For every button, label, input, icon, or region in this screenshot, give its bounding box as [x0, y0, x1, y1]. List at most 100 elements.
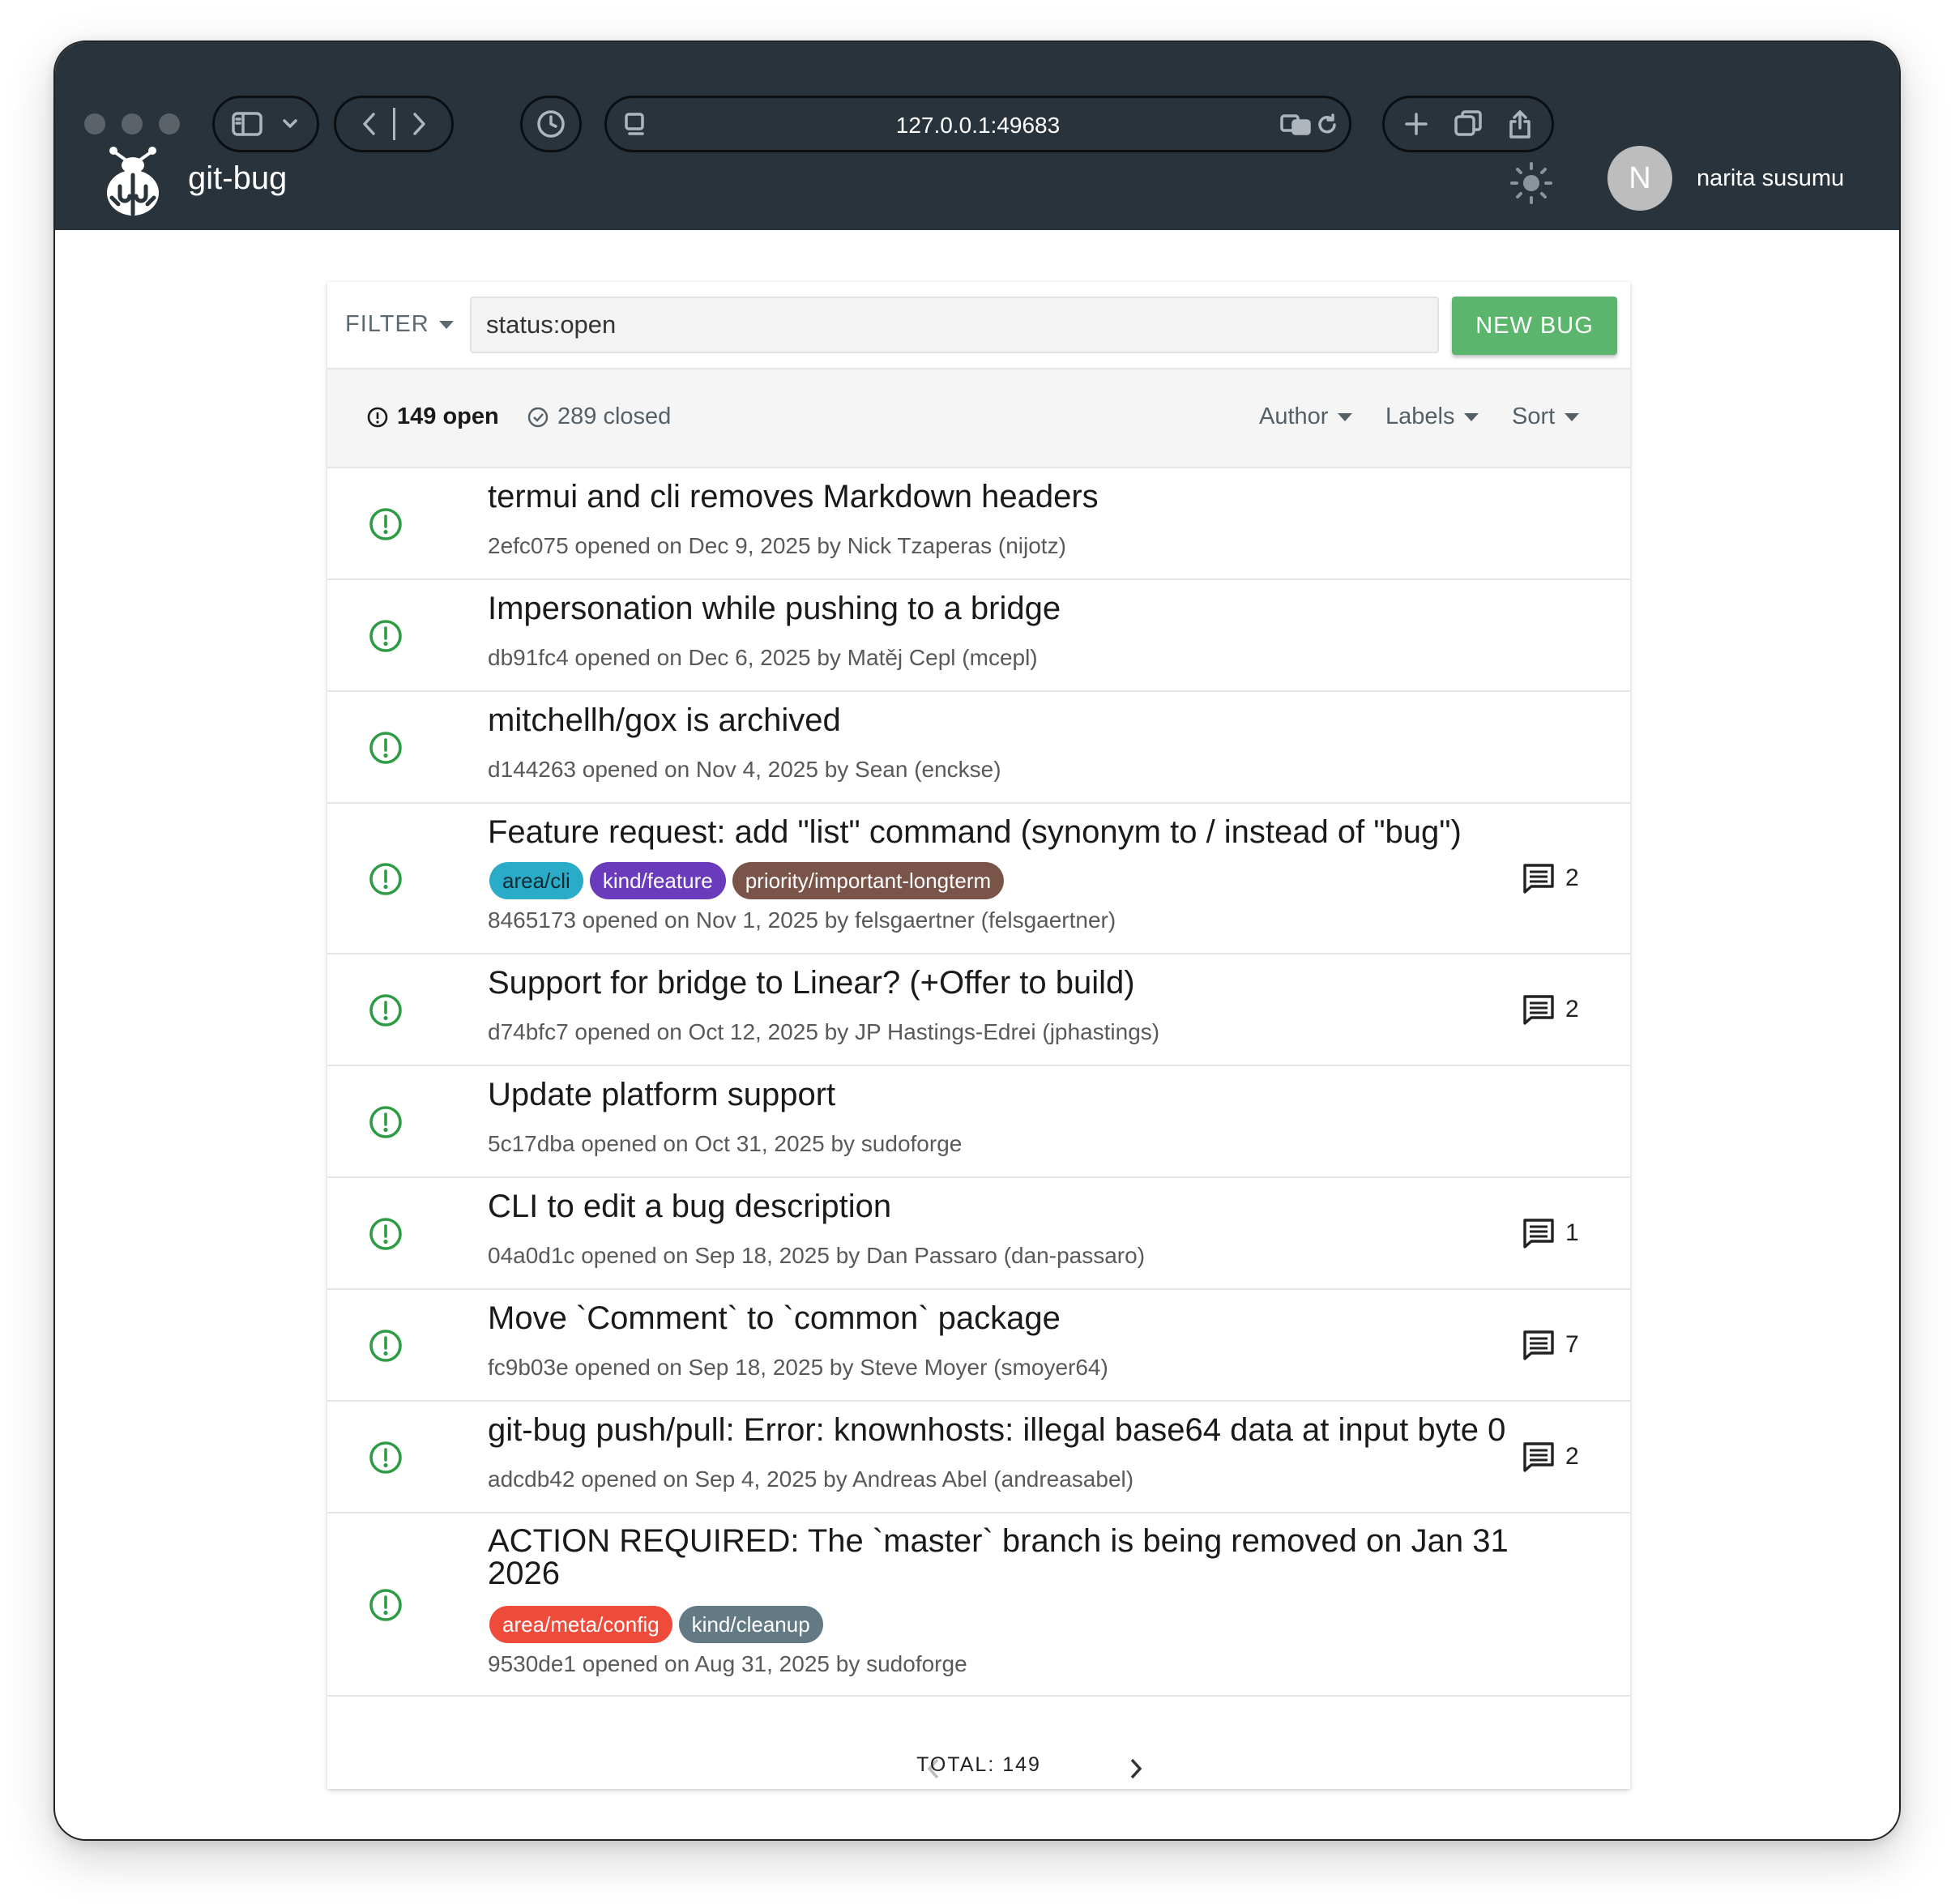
- bug-title[interactable]: Feature request: add "list" command (syn…: [488, 815, 1517, 849]
- bug-meta: 2efc075 opened on Dec 9, 2025 by Nick Tz…: [488, 533, 1066, 558]
- bug-meta: 5c17dba opened on Oct 31, 2025 by sudofo…: [488, 1131, 963, 1156]
- bug-title[interactable]: Support for bridge to Linear? (+Offer to…: [488, 966, 1517, 1000]
- author-dropdown[interactable]: Author: [1259, 403, 1353, 430]
- label-chip[interactable]: kind/feature: [589, 862, 726, 899]
- back-icon[interactable]: [357, 109, 382, 139]
- bug-meta: adcdb42 opened on Sep 4, 2025 by Andreas…: [488, 1466, 1134, 1492]
- bug-title[interactable]: Move `Comment` to `common` package: [488, 1301, 1517, 1335]
- open-issue-icon: [369, 1106, 402, 1138]
- filter-bar: FILTER NEW BUG: [327, 282, 1630, 368]
- bug-title[interactable]: git-bug push/pull: Error: knownhosts: il…: [488, 1413, 1517, 1447]
- new-bug-button[interactable]: NEW BUG: [1452, 297, 1617, 355]
- bug-row[interactable]: ACTION REQUIRED: The `master` branch is …: [327, 1513, 1630, 1697]
- minimize-window-button[interactable]: [122, 113, 143, 134]
- closed-count: 289 closed: [557, 403, 672, 429]
- filter-query-input[interactable]: [470, 297, 1439, 353]
- bug-meta: db91fc4 opened on Dec 6, 2025 by Matěj C…: [488, 645, 1038, 670]
- comment-icon: [1523, 995, 1554, 1025]
- history-button[interactable]: [520, 96, 582, 152]
- window-actions-group: [1382, 96, 1554, 152]
- bug-row[interactable]: git-bug push/pull: Error: knownhosts: il…: [327, 1402, 1630, 1513]
- user-name[interactable]: narita susumu: [1697, 165, 1844, 192]
- open-issue-icon: [369, 620, 402, 652]
- share-icon[interactable]: [1506, 109, 1534, 139]
- zoom-window-button[interactable]: [159, 113, 180, 134]
- bug-title[interactable]: ACTION REQUIRED: The `master` branch is …: [488, 1525, 1525, 1590]
- reload-icon[interactable]: [1315, 113, 1339, 137]
- labels-dropdown[interactable]: Labels: [1385, 403, 1479, 430]
- bug-title[interactable]: termui and cli removes Markdown headers: [488, 480, 1517, 514]
- bug-meta: 8465173 opened on Nov 1, 2025 by felsgae…: [488, 907, 1116, 933]
- bug-row[interactable]: Move `Comment` to `common` package fc9b03…: [327, 1290, 1630, 1402]
- git-bug-logo-icon[interactable]: [100, 146, 165, 217]
- sort-dropdown[interactable]: Sort: [1512, 403, 1580, 430]
- label-chip[interactable]: kind/cleanup: [678, 1606, 823, 1643]
- comment-count: 7: [1522, 1328, 1579, 1362]
- comment-count-value: 2: [1565, 996, 1579, 1022]
- new-tab-icon[interactable]: [1402, 110, 1430, 138]
- bug-row[interactable]: Impersonation while pushing to a bridge d…: [327, 580, 1630, 692]
- address-bar[interactable]: 127.0.0.1:49683: [604, 96, 1351, 152]
- browser-chrome: 127.0.0.1:49683 git-bug N narita susumu: [55, 42, 1899, 230]
- bug-meta: 04a0d1c opened on Sep 18, 2025 by Dan Pa…: [488, 1243, 1146, 1268]
- bug-row[interactable]: Update platform support 5c17dba opened on…: [327, 1066, 1630, 1178]
- comment-icon: [1523, 1442, 1554, 1472]
- bug-meta: 9530de1 opened on Aug 31, 2025 by sudofo…: [488, 1651, 967, 1676]
- bug-row[interactable]: mitchellh/gox is archived d144263 opened …: [327, 692, 1630, 804]
- bug-meta: d144263 opened on Nov 4, 2025 by Sean (e…: [488, 757, 1001, 782]
- bug-meta: fc9b03e opened on Sep 18, 2025 by Steve …: [488, 1355, 1108, 1380]
- bug-labels: area/meta/config kind/cleanup: [489, 1606, 823, 1643]
- open-issue-icon: [369, 1218, 402, 1250]
- bug-title[interactable]: CLI to edit a bug description: [488, 1189, 1517, 1223]
- filter-dropdown[interactable]: FILTER: [345, 311, 454, 338]
- tab-closed[interactable]: 289 closed: [527, 403, 671, 430]
- author-label: Author: [1259, 403, 1329, 429]
- sidebar-toggle-button[interactable]: [212, 96, 319, 152]
- forward-icon[interactable]: [407, 109, 431, 139]
- open-issue-icon: [369, 732, 402, 764]
- open-count: 149 open: [397, 403, 499, 429]
- app-title[interactable]: git-bug: [188, 160, 287, 197]
- status-tabs: 149 open 289 closed Author Labels Sort: [327, 368, 1630, 468]
- bug-labels: area/cli kind/feature priority/important-l…: [489, 862, 1005, 899]
- open-issue-icon: [369, 863, 402, 895]
- comment-count: 1: [1522, 1216, 1579, 1250]
- sidebar-icon: [232, 112, 263, 136]
- caret-down-icon: [438, 321, 454, 330]
- open-status-icon: [367, 407, 388, 427]
- theme-toggle-icon[interactable]: [1509, 160, 1554, 206]
- pagination: TOTAL: 149: [327, 1752, 1630, 1789]
- open-issue-icon: [369, 1330, 402, 1362]
- comment-count-value: 2: [1565, 1443, 1579, 1470]
- tab-open[interactable]: 149 open: [366, 403, 499, 430]
- bug-title[interactable]: Update platform support: [488, 1078, 1517, 1112]
- bug-title[interactable]: Impersonation while pushing to a bridge: [488, 591, 1517, 625]
- label-chip[interactable]: area/cli: [489, 862, 583, 899]
- tabs-overview-icon[interactable]: [1453, 109, 1484, 139]
- translate-icon[interactable]: [1279, 113, 1312, 137]
- bug-row[interactable]: Support for bridge to Linear? (+Offer to…: [327, 954, 1630, 1066]
- bug-list-card: FILTER NEW BUG 149 open 289 closed Autho…: [327, 282, 1630, 1789]
- total-count: TOTAL: 149: [916, 1753, 1041, 1776]
- close-window-button[interactable]: [84, 113, 105, 134]
- bug-meta: d74bfc7 opened on Oct 12, 2025 by JP Has…: [488, 1019, 1160, 1044]
- comment-icon: [1523, 1330, 1554, 1360]
- comment-count: 2: [1522, 993, 1579, 1027]
- avatar[interactable]: N: [1607, 146, 1672, 211]
- comment-count: 2: [1522, 1440, 1579, 1474]
- comment-count-value: 7: [1565, 1331, 1579, 1358]
- label-chip[interactable]: area/meta/config: [489, 1606, 672, 1643]
- open-issue-icon: [369, 1589, 402, 1621]
- comment-count: 2: [1522, 861, 1579, 895]
- comment-count-value: 2: [1565, 864, 1579, 891]
- label-chip[interactable]: priority/important-longterm: [732, 862, 1005, 899]
- caret-down-icon: [1565, 413, 1580, 422]
- bug-row[interactable]: termui and cli removes Markdown headers 2…: [327, 468, 1630, 580]
- bug-row[interactable]: Feature request: add "list" command (syn…: [327, 804, 1630, 954]
- bug-row[interactable]: CLI to edit a bug description 04a0d1c ope…: [327, 1178, 1630, 1290]
- bug-title[interactable]: mitchellh/gox is archived: [488, 703, 1517, 737]
- open-issue-icon: [369, 508, 402, 540]
- next-page-icon[interactable]: [1123, 1752, 1147, 1786]
- chevron-down-icon: [283, 119, 297, 128]
- comment-count-value: 1: [1565, 1219, 1579, 1246]
